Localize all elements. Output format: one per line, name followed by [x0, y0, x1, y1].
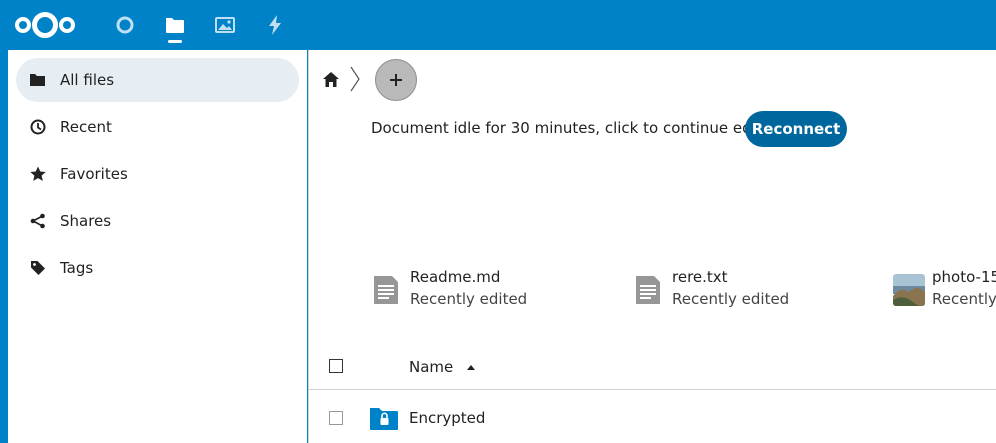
- star-icon: [16, 152, 60, 196]
- top-header: [0, 0, 996, 50]
- share-icon: [16, 199, 60, 243]
- sidebar-item-label: Favorites: [60, 165, 128, 183]
- recent-file-readme[interactable]: Readme.md Recently edited: [371, 268, 571, 312]
- recent-file-status: Recently edited: [410, 290, 528, 308]
- app-files[interactable]: [150, 0, 200, 50]
- files-main-content: Document idle for 30 minutes, click to c…: [308, 50, 996, 443]
- encrypted-folder-icon: [370, 408, 398, 430]
- image-icon: [215, 17, 235, 33]
- recent-file-photo[interactable]: photo-15 Recently e: [893, 268, 996, 312]
- recent-file-status: Recently e: [932, 290, 996, 308]
- reconnect-button[interactable]: Reconnect: [745, 111, 847, 147]
- column-header-name[interactable]: Name: [409, 358, 476, 376]
- sort-ascending-icon: [467, 364, 476, 370]
- row-checkbox[interactable]: [329, 411, 343, 425]
- home-icon: [323, 71, 339, 87]
- select-all-checkbox[interactable]: [329, 359, 343, 373]
- recent-file-status: Recently edited: [672, 290, 790, 308]
- nextcloud-logo-icon[interactable]: [14, 11, 76, 39]
- app-photos[interactable]: [200, 0, 250, 50]
- sidebar-item-shares[interactable]: Shares: [16, 199, 299, 243]
- folder-icon: [166, 18, 184, 33]
- recent-file-rere[interactable]: rere.txt Recently edited: [633, 268, 833, 312]
- sidebar-item-label: Recent: [60, 118, 112, 136]
- folder-icon: [16, 58, 60, 102]
- sidebar-item-label: Shares: [60, 212, 112, 230]
- sidebar-item-recent[interactable]: Recent: [16, 105, 299, 149]
- sidebar-item-label: Tags: [60, 259, 94, 277]
- breadcrumb-separator-icon: [350, 66, 360, 92]
- recent-file-name: Readme.md: [410, 268, 501, 286]
- document-icon: [636, 276, 660, 304]
- table-header-divider: [309, 389, 996, 390]
- tag-icon: [16, 246, 60, 290]
- sidebar-item-tags[interactable]: Tags: [16, 246, 299, 290]
- sidebar-item-all-files[interactable]: All files: [16, 58, 299, 102]
- lightning-icon: [269, 15, 281, 35]
- plus-icon: [390, 74, 402, 86]
- app-activity[interactable]: [250, 0, 300, 50]
- new-file-button[interactable]: [375, 59, 417, 101]
- sidebar-item-favorites[interactable]: Favorites: [16, 152, 299, 196]
- circle-icon: [116, 16, 134, 34]
- navigation-sidebar: All files Recent Favorites Shares Tags: [8, 50, 307, 443]
- document-icon: [374, 276, 398, 304]
- photo-thumbnail: [893, 274, 925, 306]
- app-menu: [100, 0, 300, 50]
- sidebar-item-label: All files: [60, 71, 115, 89]
- breadcrumb-home[interactable]: [321, 68, 341, 90]
- recent-file-name: photo-15: [932, 268, 996, 286]
- idle-message: Document idle for 30 minutes, click to c…: [371, 119, 785, 137]
- app-dashboard[interactable]: [100, 0, 150, 50]
- column-header-label: Name: [409, 358, 454, 376]
- table-row[interactable]: Encrypted: [309, 395, 996, 441]
- clock-icon: [16, 105, 60, 149]
- recent-file-name: rere.txt: [672, 268, 728, 286]
- file-name: Encrypted: [409, 409, 486, 427]
